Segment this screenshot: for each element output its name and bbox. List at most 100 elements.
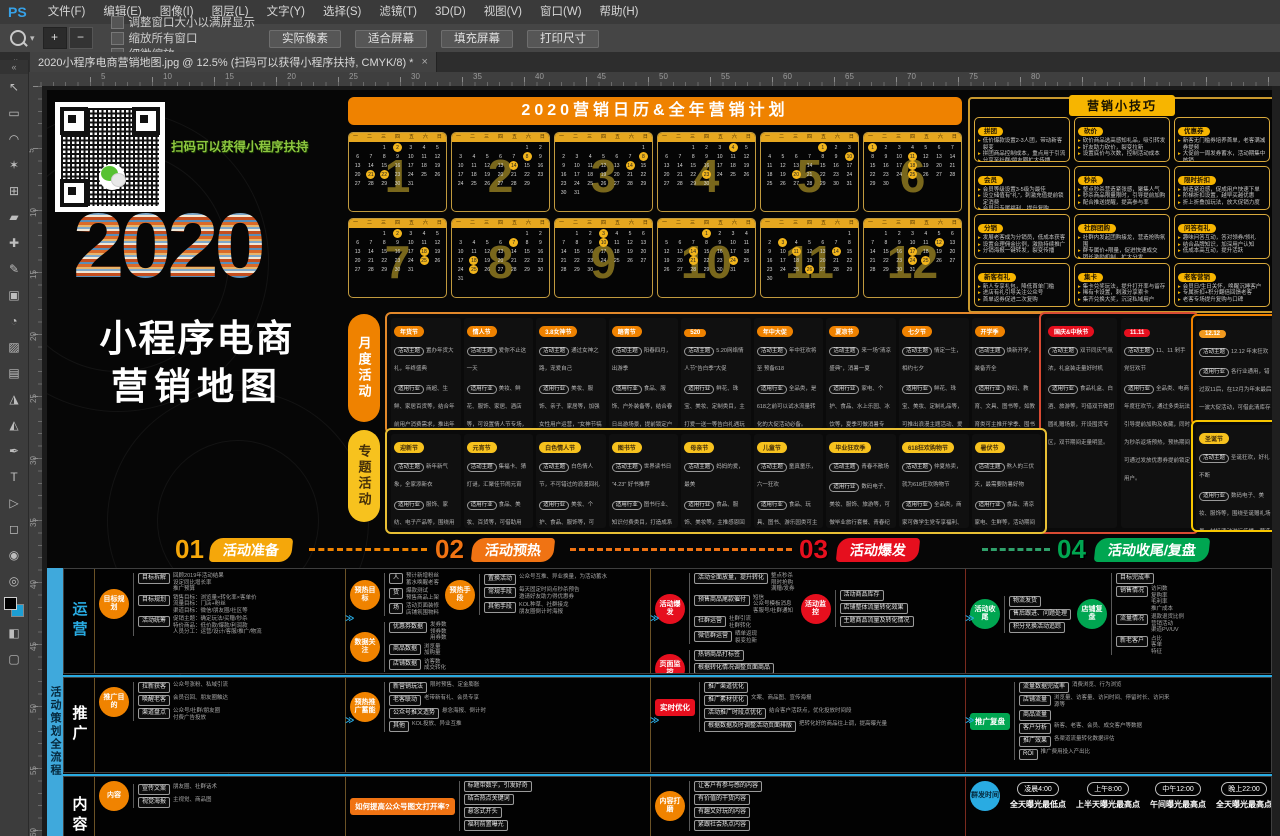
marquee-tool[interactable]: ▭ [0, 100, 28, 126]
flow-rows: 活动策划全流程 运营目标规划目标拆解回顾2019年活动结果设定同比增长率推广预算… [47, 568, 1272, 836]
item-subs: 访客数成交转化 [424, 659, 446, 672]
day-cell: 8 [879, 238, 892, 247]
day-cell: 4 [919, 229, 932, 238]
menu-item[interactable]: 文字(Y) [258, 6, 314, 18]
clone-stamp-tool[interactable]: ▣ [0, 282, 28, 308]
phase-cell: 内容宣传文案朋友圈、社群话术视觉海报主视觉、商品图 [94, 777, 346, 836]
item-label: 店铺整体流量转化效果 [840, 603, 908, 614]
menu-item[interactable]: 视图(V) [475, 6, 531, 18]
day-cell: 4 [584, 152, 597, 161]
flow-item: 货爆款测试预售商品上架 [389, 588, 439, 601]
cluster-circle: 页面监控 [655, 654, 685, 674]
flow-item: ROI推广费用投入产出比 [1019, 749, 1174, 760]
menu-item[interactable]: 3D(D) [426, 6, 475, 18]
menu-item[interactable]: 帮助(H) [591, 6, 648, 18]
day-cell: 5 [481, 152, 494, 161]
lasso-tool[interactable]: ◠ [0, 126, 28, 152]
calendar-card: 一二三四五六日101234567891011121314151617181920… [657, 218, 756, 298]
quick-mask-icon[interactable]: ◧ [0, 620, 28, 646]
history-brush-tool[interactable]: ◔ [0, 308, 28, 334]
menu-item[interactable]: 文件(F) [39, 6, 95, 18]
toolbar-collapse-icon[interactable]: « [0, 60, 28, 74]
eyedropper-tool[interactable]: ▰ [0, 204, 28, 230]
brush-tool[interactable]: ✎ [0, 256, 28, 282]
day-cell: 17 [597, 247, 610, 256]
day-cell: 3 [570, 152, 583, 161]
ruler-number: 5 [101, 72, 105, 81]
day-cell: 9 [763, 247, 776, 256]
move-tool[interactable]: ↖ [0, 74, 28, 100]
day-cell: 14 [946, 152, 959, 161]
zoom-in-button[interactable]: + [43, 27, 67, 49]
day-cell: 9 [829, 152, 842, 161]
theme-tag: 活动主题 [467, 347, 497, 356]
activity-theme-row: 活动主题爱你不止这一天 [467, 339, 531, 375]
foreground-color-swatch[interactable] [4, 597, 17, 610]
day-cell: 27 [351, 179, 364, 188]
day-cell: 10 [713, 152, 726, 161]
cluster-items: 目标拆解回顾2019年活动结果设定同比增长率推广预算目标规划销售目标：浏览量×转… [133, 573, 262, 636]
day-blank [351, 143, 364, 152]
day-cell: 19 [597, 170, 610, 179]
path-select-tool[interactable]: ▷ [0, 490, 28, 516]
magic-wand-tool[interactable]: ✶ [0, 152, 28, 178]
flow-item: 其他手段KOL种草、社群接龙朋友圈倒计时海报 [484, 602, 607, 615]
options-button[interactable]: 实际像素 [269, 30, 341, 48]
zoom-out-button[interactable]: − [69, 27, 93, 49]
phase-cell: 群发时间凌晨4:00全天曝光最低点上午8:00上半天曝光最高点中午12:00午间… [966, 777, 1271, 836]
flow-item: 福利前置曝光 [464, 820, 532, 831]
eraser-tool[interactable]: ▨ [0, 334, 28, 360]
options-button[interactable]: 填充屏幕 [441, 30, 513, 48]
screen-mode-icon[interactable]: ▢ [0, 646, 28, 672]
close-icon[interactable]: × [421, 56, 427, 68]
day-cell: 9 [391, 152, 404, 161]
day-cell: 11 [417, 152, 430, 161]
day-cell: 27 [610, 179, 623, 188]
options-button[interactable]: 适合屏幕 [355, 30, 427, 48]
activity-theme-row: 活动主题通过女神之路，宠爱自己 [539, 339, 603, 375]
blur-tool[interactable]: ◮ [0, 386, 28, 412]
checkbox-icon[interactable] [111, 32, 124, 45]
healing-brush-tool[interactable]: ✚ [0, 230, 28, 256]
tips-box-label: 分销 [978, 224, 1003, 233]
activity-name: 11.11 [1124, 329, 1150, 337]
day-cell: 21 [557, 256, 570, 265]
menu-item[interactable]: 窗口(W) [531, 6, 591, 18]
day-cell: 17 [843, 161, 856, 170]
tips-box: 限时折扣▸制造紧迫感，促成用户快速下单▸阶梯折扣设置，越早买越优惠▸折上折叠加玩… [1174, 166, 1270, 211]
hand-tool[interactable]: ◉ [0, 542, 28, 568]
ruler-number: 45 [29, 642, 38, 651]
options-button[interactable]: 打印尺寸 [527, 30, 599, 48]
tips-box: 秒杀▸整点秒杀营造紧张感，聚集人气▸秒杀商品限量限时，引导提前加购▸配合推送提醒… [1074, 166, 1170, 211]
document-tab[interactable]: 2020小程序电商营销地图.jpg @ 12.5% (扫码可以获得小程序扶持, … [30, 52, 437, 72]
day-cell: 26 [623, 256, 636, 265]
day-cell: 5 [431, 229, 444, 238]
menu-item[interactable]: 选择(S) [314, 6, 370, 18]
tips-line: ▸折上折叠加玩法，放大促销力度 [1178, 200, 1266, 207]
gradient-tool[interactable]: ▤ [0, 360, 28, 386]
option-checkbox[interactable]: 调整窗口大小以满屏显示 [111, 14, 256, 30]
dodge-tool[interactable]: ◭ [0, 412, 28, 438]
zoom-tool[interactable]: ◎ [0, 568, 28, 594]
menu-item[interactable]: 滤镜(T) [370, 6, 426, 18]
item-label: 社群运营 [694, 616, 726, 627]
type-tool[interactable]: T [0, 464, 28, 490]
day-cell: 24 [713, 170, 726, 179]
cluster-circle: 内容 [99, 781, 129, 811]
activity-column: 国庆&中秋节活动主题双节同庆气氛浓，礼盒装走量好时机适用行业食品礼盒、白酒、旅游… [1045, 318, 1117, 528]
color-swatches[interactable] [0, 594, 28, 620]
row-label: 推广 [64, 678, 94, 772]
day-cell: 20 [660, 170, 673, 179]
shape-tool[interactable]: ◻ [0, 516, 28, 542]
crop-tool[interactable]: ⊞ [0, 178, 28, 204]
checkbox-label: 调整窗口大小以满屏显示 [129, 14, 256, 30]
day-cell: 29 [637, 179, 650, 188]
activity-column: 开学季活动主题焕新开学，装备齐全适用行业数码、教育、文具、图书等，如教育类可主推… [972, 318, 1042, 428]
day-cell: 12 [740, 152, 753, 161]
option-checkbox[interactable]: 缩放所有窗口 [111, 30, 256, 46]
checkbox-icon[interactable] [111, 16, 124, 29]
document-canvas[interactable]: 扫码可以获得小程序扶持 2020 小程序电商 营销地图 2020营销日历&全年营… [42, 86, 1280, 836]
pen-tool[interactable]: ✒ [0, 438, 28, 464]
chevron-down-icon[interactable]: ▾ [30, 33, 35, 44]
day-cell: 27 [790, 179, 803, 188]
